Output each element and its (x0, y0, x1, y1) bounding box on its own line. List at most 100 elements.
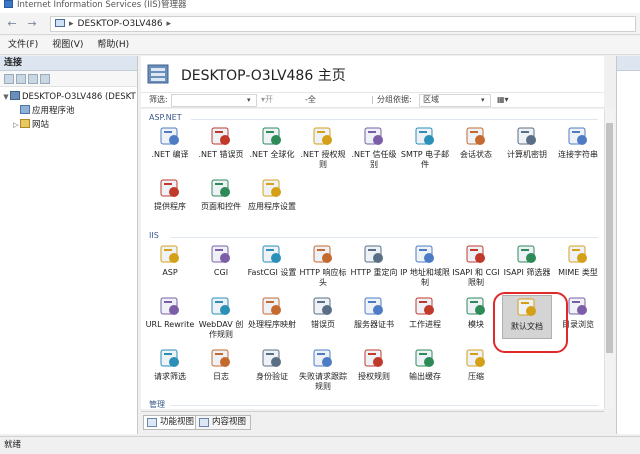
feature-asp[interactable]: ASP (145, 243, 195, 278)
feature-compression[interactable]: 压缩 (451, 347, 501, 382)
net-error-page-icon (211, 127, 230, 145)
address-server-name[interactable]: DESKTOP-O3LV486 (78, 19, 163, 29)
filter-dropdown-icon[interactable]: ▾ (247, 93, 251, 107)
filter-bar: 筛选: ▾ ▾开始(G) -全部显示(A) | 分组依据: 区域 ▾ ▦▾ (141, 92, 604, 160)
net-globalization-icon (262, 127, 281, 145)
feature-authorization-rules[interactable]: 授权规则 (349, 347, 399, 382)
feature-logging[interactable]: 日志 (196, 347, 246, 382)
feature-net-authorization[interactable]: .NET 授权规则 (298, 125, 348, 170)
scrollbar-thumb[interactable] (606, 123, 613, 353)
handler-mappings-icon (262, 297, 281, 315)
feature-label: 服务器证书 (354, 320, 394, 329)
feature-providers[interactable]: 提供程序 (145, 177, 195, 212)
feature-smtp-email[interactable]: SMTP 电子邮件 (400, 125, 450, 170)
server-home-icon (147, 64, 169, 84)
features-scrollbar[interactable] (604, 109, 614, 409)
tree-item-server[interactable]: ▼ DESKTOP-O3LV486 (DESKT (0, 90, 137, 104)
feature-machine-key[interactable]: 计算机密钥 (502, 125, 552, 160)
expand-icon[interactable]: ▷ (12, 118, 20, 132)
tree-item-label: 应用程序池 (32, 106, 75, 116)
section-iis[interactable]: IIS (149, 231, 159, 240)
feature-fastcgi[interactable]: FastCGI 设置 (247, 243, 297, 278)
page-title: DESKTOP-O3LV486 主页 (181, 68, 346, 84)
section-management[interactable]: 管理 (149, 399, 165, 409)
forward-arrow-icon[interactable]: → (24, 17, 40, 31)
menu-view[interactable]: 视图(V) (44, 36, 89, 55)
session-state-icon (466, 127, 485, 145)
feature-error-pages[interactable]: 错误页 (298, 295, 348, 330)
view-mode-icon[interactable]: ▦▾ (497, 93, 509, 107)
refresh-icon[interactable] (40, 74, 50, 84)
http-headers-icon (313, 245, 332, 263)
menu-file[interactable]: 文件(F) (0, 36, 44, 55)
back-arrow-icon[interactable]: ← (4, 17, 20, 31)
url-rewrite-icon (160, 297, 179, 315)
feature-label: 失败请求跟踪规则 (299, 372, 347, 391)
feature-isapi-cgi[interactable]: ISAPI 和 CGI 限制 (451, 243, 501, 288)
feature-url-rewrite[interactable]: URL Rewrite (145, 295, 195, 330)
feature-webdav[interactable]: WebDAV 创作规则 (196, 295, 246, 340)
feature-label: URL Rewrite (145, 320, 195, 329)
chevron-right-icon[interactable]: ▸ (167, 19, 172, 29)
tree-item-label: DESKTOP-O3LV486 (DESKT (22, 92, 136, 102)
address-path[interactable]: ▸ DESKTOP-O3LV486 ▸ (50, 16, 636, 32)
section-aspnet[interactable]: ASP.NET (149, 113, 182, 122)
feature-isapi-filters[interactable]: ISAPI 筛选器 (502, 243, 552, 278)
feature-app-settings[interactable]: 应用程序设置 (247, 177, 297, 212)
feature-label: .NET 信任级别 (351, 150, 397, 169)
feature-label: SMTP 电子邮件 (400, 150, 450, 169)
feature-request-filtering[interactable]: 请求筛选 (145, 347, 195, 382)
feature-net-compile[interactable]: .NET 编译 (145, 125, 195, 160)
tree-item-sites[interactable]: ▷ 网站 (0, 118, 137, 132)
ip-restrictions-icon (415, 245, 434, 263)
feature-net-trust[interactable]: .NET 信任级别 (349, 125, 399, 170)
feature-mime-types[interactable]: MIME 类型 (553, 243, 603, 278)
connect-icon[interactable] (4, 74, 14, 84)
section-divider (171, 405, 598, 406)
up-icon[interactable] (28, 74, 38, 84)
feature-label: .NET 编译 (151, 150, 189, 159)
feature-label: 工作进程 (409, 320, 441, 329)
feature-handler-mappings[interactable]: 处理程序映射 (247, 295, 297, 330)
feature-net-globalization[interactable]: .NET 全球化 (247, 125, 297, 160)
filter-input[interactable] (171, 94, 257, 107)
tree-item-app-pools[interactable]: 应用程序池 (0, 104, 137, 118)
feature-authentication[interactable]: 身份验证 (247, 347, 297, 382)
feature-failed-request-tracing[interactable]: 失败请求跟踪规则 (298, 347, 348, 392)
feature-worker-processes[interactable]: 工作进程 (400, 295, 450, 330)
cgi-icon (211, 245, 230, 263)
feature-http-redirect[interactable]: HTTP 重定向 (349, 243, 399, 278)
save-icon[interactable] (16, 74, 26, 84)
http-redirect-icon (364, 245, 383, 263)
feature-server-certificates[interactable]: 服务器证书 (349, 295, 399, 330)
feature-label: .NET 错误页 (198, 150, 244, 159)
feature-session-state[interactable]: 会话状态 (451, 125, 501, 160)
feature-label: ISAPI 筛选器 (503, 268, 551, 277)
group-dropdown-icon[interactable]: ▾ (481, 93, 485, 107)
actions-header (617, 56, 640, 71)
smtp-email-icon (415, 127, 434, 145)
feature-label: 请求筛选 (154, 372, 186, 381)
show-all-button[interactable]: -全部显示(A) (305, 93, 320, 160)
feature-net-error-page[interactable]: .NET 错误页 (196, 125, 246, 160)
feature-pages-controls[interactable]: 页面和控件 (196, 177, 246, 212)
feature-label: 错误页 (311, 320, 335, 329)
logging-icon (211, 349, 230, 367)
feature-connection-strings[interactable]: 连接字符串 (553, 125, 603, 160)
feature-http-headers[interactable]: HTTP 响应标头 (298, 243, 348, 288)
feature-label: MIME 类型 (558, 268, 598, 277)
features-header: DESKTOP-O3LV486 主页 (141, 56, 604, 92)
feature-label: 连接字符串 (558, 150, 598, 159)
menu-help[interactable]: 帮助(H) (89, 36, 135, 55)
group-by-label: 分组依据: (377, 95, 412, 104)
tab-content-view[interactable]: 内容视图 (195, 415, 252, 430)
feature-cgi[interactable]: CGI (196, 243, 246, 278)
tab-features-view[interactable]: 功能视图 (143, 415, 200, 430)
feature-output-caching[interactable]: 输出缓存 (400, 347, 450, 382)
feature-label: 授权规则 (358, 372, 390, 381)
start-button[interactable]: ▾开始(G) (261, 93, 277, 132)
feature-ip-restrictions[interactable]: IP 地址和域限制 (400, 243, 450, 288)
collapse-icon[interactable]: ▼ (2, 90, 10, 104)
connections-header: 连接 (0, 56, 137, 71)
feature-label: 输出缓存 (409, 372, 441, 381)
